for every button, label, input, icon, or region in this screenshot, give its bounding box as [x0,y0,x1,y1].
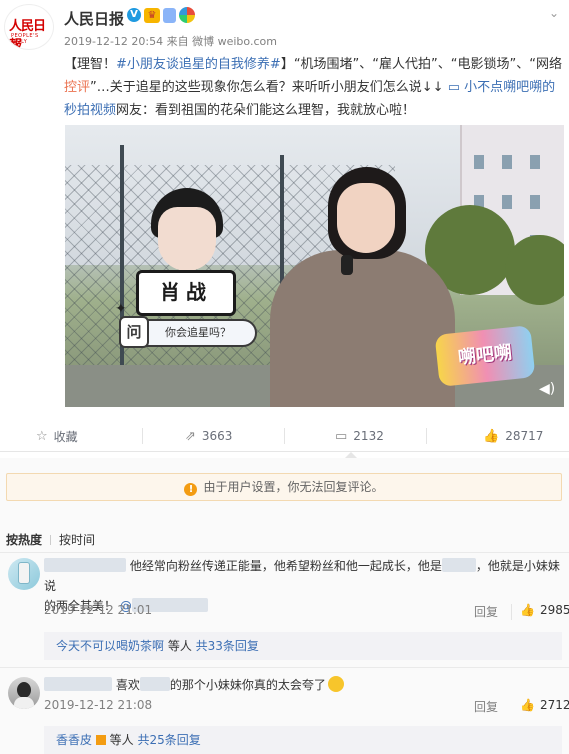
show-logo: 嗍吧嗍 [434,325,536,387]
sort-hot-tab[interactable]: 按热度 [6,533,42,547]
reply-button[interactable]: 回复 [474,603,498,620]
sub-replies[interactable]: 今天不可以喝奶茶啊 等人 共33条回复 [44,632,562,660]
divider [511,604,512,620]
video-link-icon: ▭ [447,80,460,95]
post-text-seg7: 网友：看到祖国的花朵们能这么理智，我就放心啦！ [116,103,416,118]
sub-reply-count[interactable]: 共25条回复 [137,733,200,747]
video-player[interactable]: 肖战 ✦ 你会追星吗？ 问 嗍吧嗍 ◀) [65,125,564,407]
share-button[interactable]: ⇗ 3663 [185,420,232,452]
comment-time: 2019-12-12 21:08 [44,698,153,712]
comment-like-button[interactable]: 👍 2985 [520,603,569,617]
thumbs-up-icon: 👍 [483,428,500,444]
comment-icon: ▭ [335,428,348,444]
divider [0,552,569,553]
avatar-logo-en: PEOPLE'S DAILY [11,33,39,45]
thumbs-up-icon: 👍 [520,603,535,617]
microphone-icon [341,255,353,275]
post-text-seg1: 【理智！ [64,57,117,72]
divider [426,428,427,444]
sub-reply-text: 等人 [105,733,138,747]
celebrity-name-plate: 肖战 [136,270,236,316]
post-meta: 2019-12-12 20:54 来自 微博 weibo.com [64,35,277,48]
girl-face [337,183,395,253]
notice-text: 由于用户设置，你无法回复评论。 [203,480,384,494]
comments-section: ! 由于用户设置，你无法回复评论。 按热度 按时间 他经常向粉丝传递正能量，他希望粉… [0,458,569,754]
alert-icon: ! [184,483,198,496]
star-icon: ☆ [36,428,48,444]
keyword-link[interactable]: 控评 [64,80,90,95]
member-badge-icon [163,8,176,23]
reply-disabled-notice: ! 由于用户设置，你无法回复评论。 [6,473,562,501]
blurred-username [44,558,126,572]
comment-text-a: 喜欢 [115,678,140,692]
author-avatar[interactable]: 人民日報 PEOPLE'S DAILY [4,4,54,50]
comment-count: 2132 [353,429,384,443]
divider [284,428,285,444]
favorite-label: 收藏 [53,429,78,444]
favorite-button[interactable]: ☆ 收藏 [36,420,78,452]
comment-text-b: 的那个小妹妹你真的太会夸了 [169,678,326,692]
laugh-emoji-icon [327,676,344,692]
thumbs-up-icon: 👍 [520,698,535,712]
sort-time-tab[interactable]: 按时间 [59,533,95,547]
hourglass-badge-icon [95,735,106,745]
volume-icon[interactable]: ◀) [539,381,555,397]
blurred-name [139,677,170,691]
comment-likes: 2985 [539,603,569,617]
celebrity-face [158,207,216,271]
like-count: 28717 [505,429,544,443]
share-count: 3663 [201,429,233,443]
divider [0,667,569,668]
author-name[interactable]: 人民日报 [64,8,124,29]
topic-link[interactable]: #小朋友谈追星的自我修养# [116,57,281,72]
sparkle-icon: ✦ [115,301,127,317]
sub-reply-user[interactable]: 香香皮 [56,733,92,747]
comment-button[interactable]: ▭ 2132 [335,420,384,452]
chevron-down-icon[interactable]: ⌄ [549,6,559,20]
post-text-seg5: ”…关于追星的这些现象你怎么看？来听听小朋友们怎么说↓↓ [90,80,444,95]
sub-reply-count[interactable]: 共33条回复 [196,639,259,653]
like-button[interactable]: 👍 28717 [483,420,543,452]
blurred-name [441,558,476,572]
post-header: 人民日報 PEOPLE'S DAILY 人民日报 V ♛ 2019-12-12 … [0,0,569,52]
sub-reply-text: 等人 [164,639,196,653]
blurred-username [44,677,112,691]
girl-figure [270,250,455,407]
comment-like-button[interactable]: 👍 2712 [520,698,569,712]
verified-icon: V [127,8,141,22]
sub-replies[interactable]: 香香皮 等人 共25条回复 [44,726,562,754]
comment-likes: 2712 [539,698,569,712]
comment-sort: 按热度 按时间 [6,531,103,548]
question-icon: 问 [119,316,149,348]
share-icon: ⇗ [185,428,196,444]
comment-text-a: 他经常向粉丝传递正能量，他希望粉丝和他一起成长，他是 [129,559,442,573]
weibo-post-page: 人民日報 PEOPLE'S DAILY 人民日报 V ♛ 2019-12-12 … [0,0,569,754]
comment-text: 喜欢 的那个小妹妹你真的太会夸了 [44,675,564,695]
action-bar: ☆ 收藏 ⇗ 3663 ▭ 2132 👍 28717 [0,420,569,452]
crown-badge-icon: ♛ [144,8,160,23]
comment-time: 2019-12-12 21:01 [44,603,153,617]
post-text: 【理智！#小朋友谈追星的自我修养#】“机场围堵”、“雇人代拍”、“电影锁场”、“… [64,53,564,122]
post-text-seg3: 】“机场围堵”、“雇人代拍”、“电影锁场”、“网络 [280,57,562,72]
sub-reply-user[interactable]: 今天不可以喝奶茶啊 [56,639,164,653]
reply-button[interactable]: 回复 [474,698,498,715]
avatar[interactable] [8,677,40,709]
divider [142,428,143,444]
colorful-badge-icon [179,7,195,23]
avatar[interactable] [8,558,40,590]
